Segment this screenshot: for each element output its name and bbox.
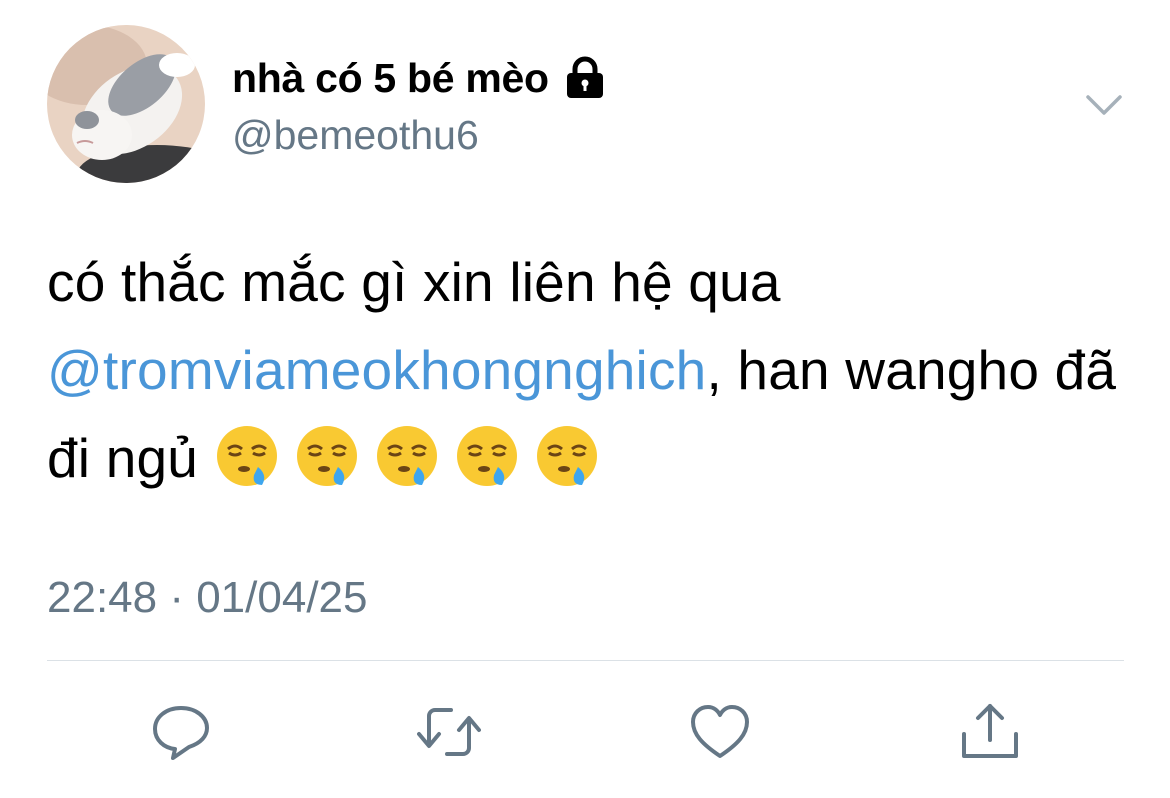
retweet-button[interactable] bbox=[417, 700, 481, 764]
sleepy-face-emoji bbox=[374, 423, 440, 489]
share-button[interactable] bbox=[958, 700, 1022, 764]
like-button[interactable] bbox=[688, 700, 752, 764]
sleepy-face-emoji bbox=[534, 423, 600, 489]
chevron-down-icon[interactable] bbox=[1082, 85, 1126, 125]
sleepy-face-emoji bbox=[294, 423, 360, 489]
sleepy-face-emoji bbox=[214, 423, 280, 489]
reply-icon bbox=[153, 706, 209, 760]
divider bbox=[47, 660, 1124, 661]
avatar[interactable] bbox=[47, 25, 205, 183]
tweet-text: có thắc mắc gì xin liên hệ qua @tromviam… bbox=[47, 238, 1127, 502]
lock-icon bbox=[563, 56, 607, 100]
reply-button[interactable] bbox=[149, 700, 213, 764]
tweet-timestamp[interactable]: 22:48 · 01/04/25 bbox=[47, 570, 367, 626]
cat-avatar-image bbox=[47, 25, 205, 183]
retweet-icon bbox=[417, 708, 481, 756]
share-icon bbox=[962, 704, 1018, 758]
sleepy-face-emoji bbox=[454, 423, 520, 489]
tweet-text-part-1: có thắc mắc gì xin liên hệ qua bbox=[47, 251, 781, 313]
mention-link[interactable]: @tromviameokhongnghich bbox=[47, 339, 706, 401]
display-name[interactable]: nhà có 5 bé mèo bbox=[232, 53, 549, 103]
user-handle[interactable]: @bemeothu6 bbox=[232, 110, 479, 160]
display-name-row[interactable]: nhà có 5 bé mèo bbox=[232, 53, 607, 103]
heart-icon bbox=[691, 705, 749, 758]
